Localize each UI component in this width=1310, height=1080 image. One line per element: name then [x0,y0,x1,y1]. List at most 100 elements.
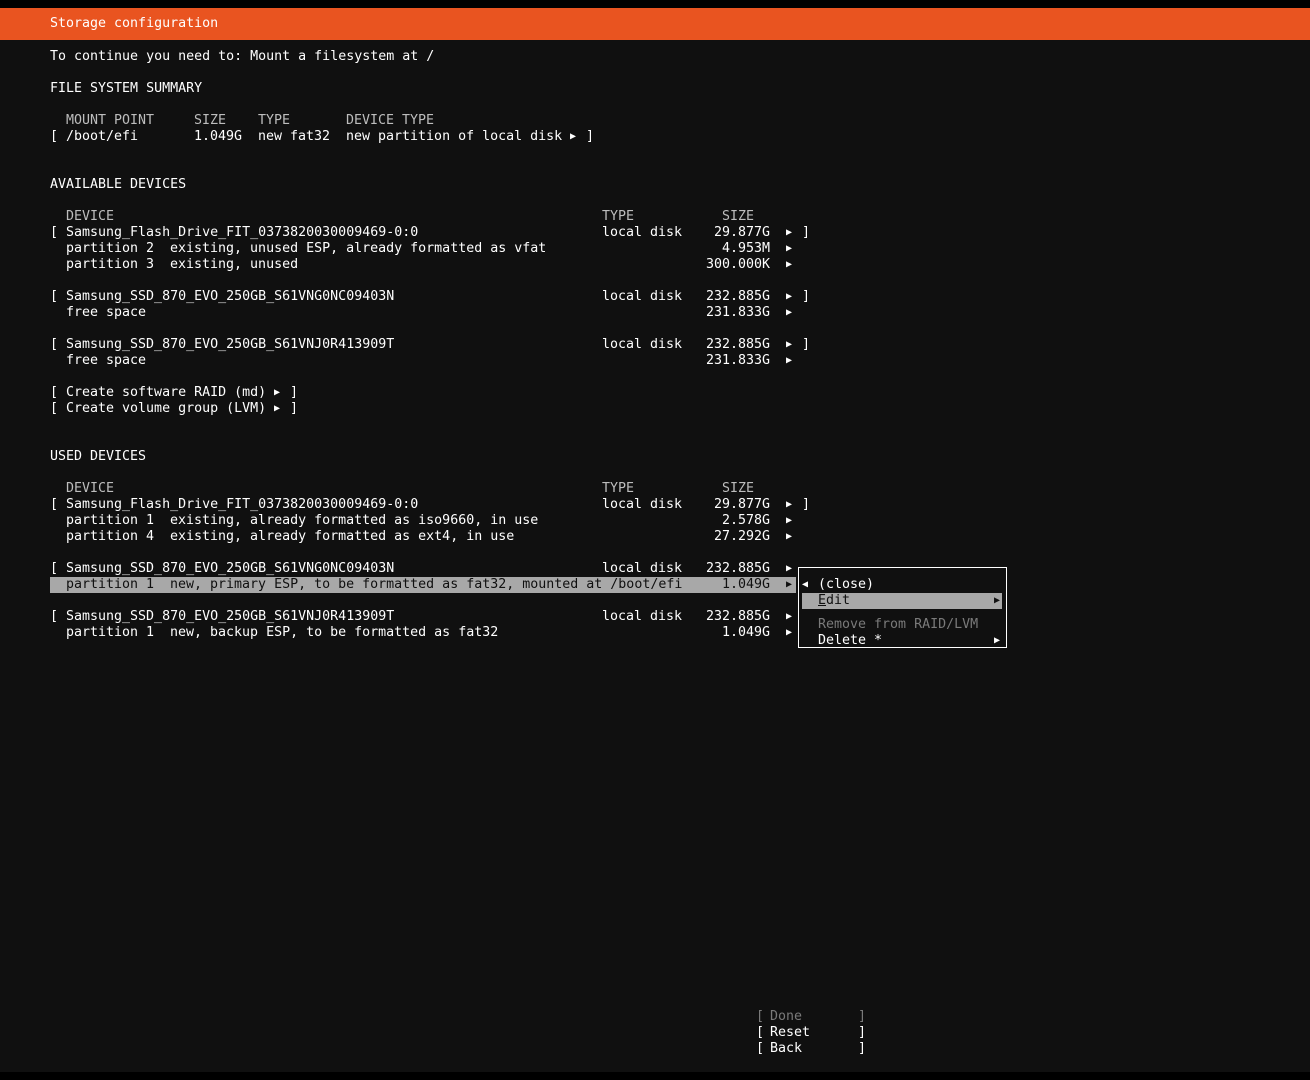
mount-point: /boot/efi [66,129,139,144]
device-name: Samsung_SSD_870_EVO_250GB_S61VNJ0R413909… [66,609,395,624]
triangle-right-icon: ▶ [570,131,577,142]
col-header-size: SIZE [722,481,755,496]
col-header-size: SIZE [194,113,227,128]
fs-summary-heading: FILE SYSTEM SUMMARY [50,81,203,96]
device-name: Samsung_SSD_870_EVO_250GB_S61VNJ0R413909… [66,337,395,352]
device-type: local disk [602,561,683,576]
device-size: 232.885G [706,609,771,624]
triangle-right-icon: ▶ [786,611,793,622]
menu-item-close-label: (close) [818,577,875,592]
used-devices-heading: USED DEVICES [50,449,147,464]
used-partition-1-ssd-1-selected[interactable]: partition 1 new, primary ESP, to be form… [50,577,796,593]
triangle-right-icon: ▶ [274,387,281,398]
device-name: Samsung_Flash_Drive_FIT_0373820030009469… [66,225,419,240]
page-title: Storage configuration [50,16,219,31]
partition-size: 27.292G [714,529,771,544]
triangle-left-icon: ◀ [802,579,809,590]
free-space-size: 231.833G [706,353,771,368]
free-space-label: free space [66,353,147,368]
bracket-close: ] [858,1041,867,1056]
partition-label: partition 4 [66,529,155,544]
partition-label: partition 1 [66,577,155,592]
partition-description: existing, unused ESP, already formatted … [170,241,547,256]
installer-screen: Storage configuration To continue you ne… [0,8,1310,1072]
partition-size: 2.578G [722,513,771,528]
triangle-right-icon: ▶ [786,291,793,302]
bracket-open: [ [50,385,59,400]
partition-description: existing, already formatted as ext4, in … [170,529,515,544]
title-bar: Storage configuration [0,8,1310,40]
menu-item-edit[interactable]: Edit ▶ [802,593,1002,609]
partition-size: 300.000K [706,257,771,272]
menu-item-edit-label: Edit [818,593,850,609]
col-header-type: TYPE [258,113,291,128]
partition-size: 1.049G [722,577,771,592]
bracket-close: ] [802,497,811,512]
triangle-right-icon: ▶ [786,355,793,366]
free-space-size: 231.833G [706,305,771,320]
device-type: local disk [602,337,683,352]
col-header-device: DEVICE [66,481,115,496]
partition-label: partition 1 [66,625,155,640]
triangle-right-icon: ▶ [786,259,793,270]
bracket-open: [ [50,401,59,416]
bracket-open: [ [50,129,59,144]
bracket-close: ] [586,129,595,144]
triangle-right-icon: ▶ [786,243,793,254]
bracket-open: [ [50,337,59,352]
bracket-close: ] [290,385,299,400]
partition-label: partition 1 [66,513,155,528]
bracket-close: ] [802,289,811,304]
device-size: 232.885G [706,337,771,352]
bracket-open: [ [50,497,59,512]
partition-label: partition 3 [66,257,155,272]
triangle-right-icon: ▶ [786,563,793,574]
triangle-right-icon: ▶ [786,627,793,638]
bracket-open: [ [756,1025,765,1040]
create-raid-label: Create software RAID (md) [66,385,267,400]
bracket-close: ] [858,1025,867,1040]
col-header-size: SIZE [722,209,755,224]
partition-description: existing, unused [170,257,299,272]
triangle-right-icon: ▶ [786,307,793,318]
col-header-device-type: DEVICE TYPE [346,113,435,128]
menu-item-remove-from-raid-lvm: Remove from RAID/LVM [818,617,979,632]
triangle-right-icon: ▶ [786,499,793,510]
device-type: local disk [602,609,683,624]
device-size: 29.877G [714,225,771,240]
device-size: 232.885G [706,561,771,576]
triangle-right-icon: ▶ [786,227,793,238]
fs-size: 1.049G [194,129,243,144]
partition-action-menu: ◀ (close) Edit ▶ Remove from RAID/LVM De… [798,567,1007,648]
reset-label: Reset [770,1025,811,1040]
back-label: Back [770,1041,803,1056]
triangle-right-icon: ▶ [274,403,281,414]
partition-size: 4.953M [722,241,771,256]
device-name: Samsung_SSD_870_EVO_250GB_S61VNG0NC09403… [66,289,395,304]
done-label: Done [770,1009,803,1024]
bracket-open: [ [50,289,59,304]
device-type: local disk [602,497,683,512]
bracket-open: [ [50,561,59,576]
edit-label-rest: dit [826,593,851,608]
bracket-close: ] [858,1009,867,1024]
bracket-close: ] [290,401,299,416]
triangle-right-icon: ▶ [994,595,1001,606]
device-name: Samsung_SSD_870_EVO_250GB_S61VNG0NC09403… [66,561,395,576]
fs-device-type: new partition of local disk [346,129,563,144]
notice-text: To continue you need to: Mount a filesys… [50,49,435,64]
available-devices-heading: AVAILABLE DEVICES [50,177,187,192]
col-header-device: DEVICE [66,209,115,224]
create-lvm-label: Create volume group (LVM) [66,401,267,416]
device-size: 29.877G [714,497,771,512]
fs-type: new fat32 [258,129,331,144]
bracket-close: ] [802,225,811,240]
triangle-right-icon: ▶ [786,515,793,526]
partition-description: existing, already formatted as iso9660, … [170,513,539,528]
partition-description: new, backup ESP, to be formatted as fat3… [170,625,499,640]
col-header-mount-point: MOUNT POINT [66,113,155,128]
bracket-close: ] [802,337,811,352]
bracket-open: [ [756,1009,765,1024]
free-space-label: free space [66,305,147,320]
menu-item-delete-label: Delete * [818,633,883,648]
